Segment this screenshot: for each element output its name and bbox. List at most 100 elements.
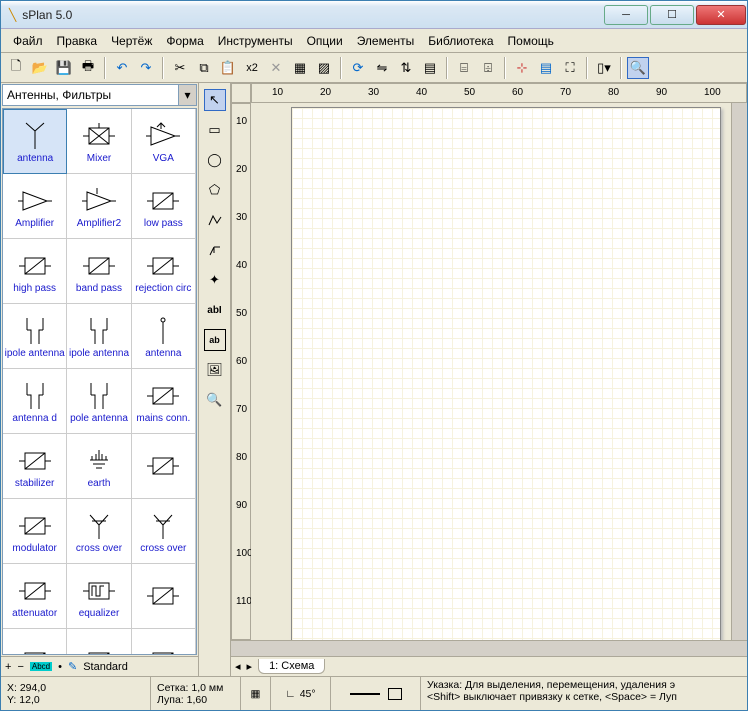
circle-tool-icon[interactable]: ◯ xyxy=(204,149,226,171)
menu-options[interactable]: Опции xyxy=(301,32,349,50)
library-item[interactable]: ipole antenna xyxy=(3,304,67,369)
library-item[interactable]: mains conn. xyxy=(132,369,196,434)
library-item-label: high pass xyxy=(13,283,56,294)
library-item[interactable] xyxy=(3,629,67,655)
menu-file[interactable]: Файл xyxy=(7,32,49,50)
menu-draw[interactable]: Чертёж xyxy=(105,32,158,50)
footer-brush-icon[interactable]: ✎ xyxy=(68,660,77,673)
mirror-v-icon[interactable]: ⇅ xyxy=(395,57,417,79)
magnify-tool-icon[interactable]: 🔍 xyxy=(204,389,226,411)
delete-icon[interactable]: ✕ xyxy=(265,57,287,79)
library-item[interactable]: attenuator xyxy=(3,564,67,629)
component-symbol-icon xyxy=(14,644,56,655)
library-item[interactable]: antenna xyxy=(3,109,67,174)
footer-plus-icon[interactable]: + xyxy=(5,661,11,673)
library-item-label: cross over xyxy=(140,543,186,554)
tab-nav-right-icon[interactable]: ▸ xyxy=(247,660,253,673)
page-icon[interactable]: ▯▾ xyxy=(593,57,615,79)
snap-icon[interactable]: ⊹ xyxy=(511,57,533,79)
image-tool-icon[interactable]: 🖼 xyxy=(204,359,226,381)
pointer-tool-icon[interactable]: ↖ xyxy=(204,89,226,111)
polyline-tool-icon[interactable] xyxy=(204,209,226,231)
footer-dot-icon[interactable]: • xyxy=(58,661,62,673)
new-icon[interactable]: 🗋 xyxy=(5,57,27,79)
rotate-icon[interactable]: ⟳ xyxy=(347,57,369,79)
drawing-sheet[interactable] xyxy=(291,107,721,640)
cut-icon[interactable]: ✂ xyxy=(169,57,191,79)
toback-icon[interactable]: ▨ xyxy=(313,57,335,79)
drawing-canvas[interactable] xyxy=(251,103,731,640)
save-icon[interactable]: 💾 xyxy=(53,57,75,79)
library-item-label: earth xyxy=(88,478,111,489)
library-item[interactable]: Mixer xyxy=(67,109,131,174)
footer-abc-icon[interactable]: Abcd xyxy=(30,662,52,671)
ungroup-icon[interactable]: ⌹ xyxy=(477,57,499,79)
library-item[interactable]: modulator xyxy=(3,499,67,564)
text-tool-icon[interactable]: abI xyxy=(204,299,226,321)
find-icon[interactable]: ⛶ xyxy=(559,57,581,79)
library-item[interactable]: earth xyxy=(67,434,131,499)
library-item[interactable]: ipole antenna xyxy=(67,304,131,369)
tab-nav-left-icon[interactable]: ◂ xyxy=(235,660,241,673)
align-icon[interactable]: ▤ xyxy=(419,57,441,79)
grid-toggle-icon[interactable]: ▦ xyxy=(251,688,261,700)
maximize-button[interactable]: ☐ xyxy=(650,5,694,25)
library-item[interactable]: cross over xyxy=(67,499,131,564)
menu-elements[interactable]: Элементы xyxy=(351,32,421,50)
node-tool-icon[interactable]: ✦ xyxy=(204,269,226,291)
copy-icon[interactable]: ⧉ xyxy=(193,57,215,79)
library-item[interactable] xyxy=(67,629,131,655)
menu-bar: Файл Правка Чертёж Форма Инструменты Опц… xyxy=(1,29,747,53)
minimize-button[interactable]: ─ xyxy=(604,5,648,25)
vertical-scrollbar[interactable] xyxy=(731,103,747,640)
paste-icon[interactable]: 📋 xyxy=(217,57,239,79)
library-item[interactable]: equalizer xyxy=(67,564,131,629)
library-item[interactable]: VGA xyxy=(132,109,196,174)
duplicate-icon[interactable]: x2 xyxy=(241,57,263,79)
line-tool-icon[interactable] xyxy=(204,239,226,261)
library-item[interactable]: rejection circ xyxy=(132,239,196,304)
open-icon[interactable]: 📂 xyxy=(29,57,51,79)
sheet-tab-1[interactable]: 1: Схема xyxy=(258,659,325,674)
library-item[interactable]: antenna xyxy=(132,304,196,369)
library-item[interactable]: antenna d xyxy=(3,369,67,434)
menu-form[interactable]: Форма xyxy=(160,32,209,50)
angle-icon[interactable]: ∟ xyxy=(285,688,295,700)
library-category-text[interactable] xyxy=(3,85,178,105)
group-icon[interactable]: ⌸ xyxy=(453,57,475,79)
combo-dropdown-icon[interactable]: ▾ xyxy=(178,85,196,105)
library-item[interactable] xyxy=(132,629,196,655)
library-item[interactable] xyxy=(132,564,196,629)
linestyle-icon[interactable] xyxy=(350,693,380,695)
library-category-combo[interactable]: ▾ xyxy=(2,84,197,106)
library-item[interactable]: high pass xyxy=(3,239,67,304)
print-icon[interactable]: 🖶 xyxy=(77,57,99,79)
menu-tools[interactable]: Инструменты xyxy=(212,32,299,50)
close-button[interactable]: ✕ xyxy=(696,5,746,25)
library-item[interactable]: low pass xyxy=(132,174,196,239)
menu-library[interactable]: Библиотека xyxy=(422,32,499,50)
mirror-h-icon[interactable]: ⇋ xyxy=(371,57,393,79)
library-item[interactable] xyxy=(132,434,196,499)
library-item[interactable]: stabilizer xyxy=(3,434,67,499)
textbox-tool-icon[interactable]: ab xyxy=(204,329,226,351)
rect-tool-icon[interactable]: ▭ xyxy=(204,119,226,141)
tofront-icon[interactable]: ▦ xyxy=(289,57,311,79)
library-item-label: equalizer xyxy=(79,608,120,619)
library-item[interactable]: cross over xyxy=(132,499,196,564)
library-item[interactable]: Amplifier2 xyxy=(67,174,131,239)
zoom-icon[interactable]: 🔍 xyxy=(627,57,649,79)
library-item[interactable]: band pass xyxy=(67,239,131,304)
footer-minus-icon[interactable]: − xyxy=(17,661,23,673)
library-item[interactable]: pole antenna xyxy=(67,369,131,434)
polygon-tool-icon[interactable]: ⬠ xyxy=(204,179,226,201)
menu-help[interactable]: Помощь xyxy=(502,32,560,50)
library-item[interactable]: Amplifier xyxy=(3,174,67,239)
fillstyle-icon[interactable] xyxy=(388,688,402,700)
undo-icon[interactable]: ↶ xyxy=(111,57,133,79)
menu-edit[interactable]: Правка xyxy=(51,32,104,50)
redo-icon[interactable]: ↷ xyxy=(135,57,157,79)
list-icon[interactable]: ▤ xyxy=(535,57,557,79)
horizontal-scrollbar[interactable] xyxy=(231,640,747,656)
library-item-label: Amplifier2 xyxy=(77,218,121,229)
